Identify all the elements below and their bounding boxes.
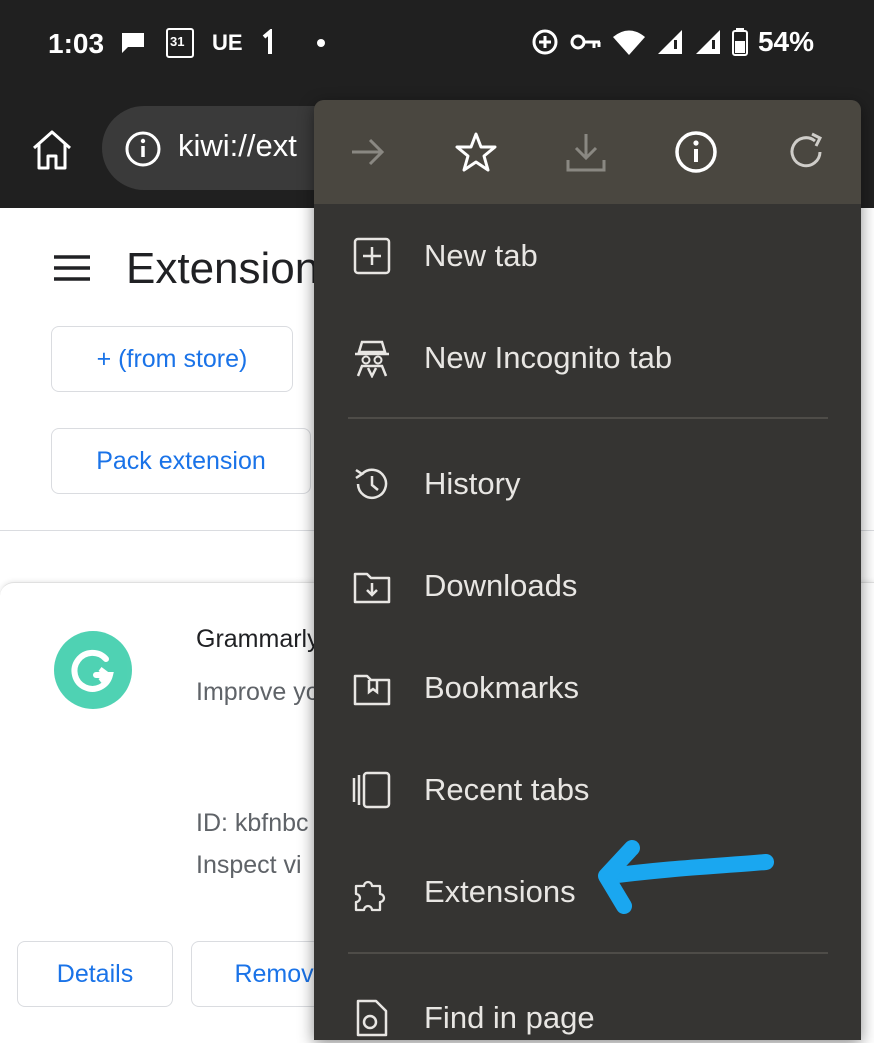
puzzle-icon — [354, 880, 386, 912]
refresh-icon — [790, 132, 823, 168]
download-icon — [566, 134, 606, 172]
annotation-arrow-icon — [598, 840, 774, 914]
forward-button[interactable] — [344, 128, 392, 176]
info-icon[interactable] — [124, 130, 162, 168]
menu-item-label: Extensions — [424, 874, 576, 909]
menu-separator — [348, 952, 828, 954]
bookmarks-folder-icon — [353, 674, 391, 706]
calendar-day: 31 — [170, 34, 185, 49]
battery-icon — [731, 28, 748, 56]
incognito-icon — [355, 340, 389, 378]
page-title: Extensions — [126, 244, 342, 293]
home-icon[interactable] — [28, 126, 76, 174]
bookmark-star-button[interactable] — [452, 128, 500, 176]
grammarly-logo-icon — [54, 631, 132, 709]
menu-item-label: Find in page — [424, 1000, 595, 1035]
menu-separator — [348, 417, 828, 419]
menu-item-label: New Incognito tab — [424, 340, 673, 375]
wifi-icon — [612, 30, 645, 55]
key-icon — [570, 34, 601, 50]
menu-item-find-in-page[interactable]: Find in page — [314, 970, 861, 1040]
menu-item-new-incognito-tab[interactable]: New Incognito tab — [314, 310, 861, 406]
menu-item-label: Bookmarks — [424, 670, 580, 705]
menu-item-label: New tab — [424, 238, 538, 273]
carrier-tag: UE — [212, 30, 243, 55]
status-right-icons: 54% — [530, 26, 814, 58]
menu-item-label: Recent tabs — [424, 772, 590, 807]
signal-icon — [657, 30, 682, 54]
find-in-page-icon — [356, 999, 388, 1037]
status-bar: 1:03 31 UE 54% — [0, 0, 874, 90]
extension-id: ID: kbfnbc — [196, 809, 309, 837]
calendar-icon: 31 — [166, 28, 194, 58]
chat-bubble-icon — [122, 33, 144, 53]
extension-name: Grammarly — [196, 625, 320, 653]
new-tab-icon — [353, 237, 391, 275]
target-icon — [532, 29, 558, 55]
dot-icon — [316, 39, 325, 47]
page-info-button[interactable] — [672, 128, 720, 176]
details-button[interactable]: Details — [17, 941, 173, 1007]
extension-inspect-views[interactable]: Inspect vi — [196, 851, 302, 880]
status-time: 1:03 — [48, 28, 105, 59]
from-store-button[interactable]: + (from store) — [51, 326, 293, 392]
status-left-icons: 31 UE — [118, 28, 325, 58]
address-url: kiwi://ext — [178, 128, 297, 163]
menu-icon-row — [314, 100, 861, 204]
menu-item-label: Downloads — [424, 568, 578, 603]
signal-icon — [695, 30, 720, 54]
menu-item-new-tab[interactable]: New tab — [314, 208, 861, 304]
menu-item-downloads[interactable]: Downloads — [314, 538, 861, 634]
battery-percent: 54% — [757, 26, 814, 57]
menu-item-label: History — [424, 466, 521, 501]
info-icon — [675, 131, 717, 173]
star-icon — [455, 132, 497, 172]
history-icon — [355, 468, 388, 500]
refresh-button[interactable] — [782, 128, 830, 176]
recent-tabs-icon — [352, 771, 391, 809]
forward-arrow-icon — [352, 138, 385, 166]
carrier-icon — [262, 29, 272, 54]
pack-extension-button[interactable]: Pack extension — [51, 428, 311, 494]
hamburger-menu-icon[interactable] — [54, 254, 90, 282]
menu-item-history[interactable]: History — [314, 436, 861, 532]
menu-item-recent-tabs[interactable]: Recent tabs — [314, 742, 861, 838]
download-page-button[interactable] — [562, 128, 610, 176]
downloads-folder-icon — [353, 572, 391, 604]
menu-item-bookmarks[interactable]: Bookmarks — [314, 640, 861, 736]
